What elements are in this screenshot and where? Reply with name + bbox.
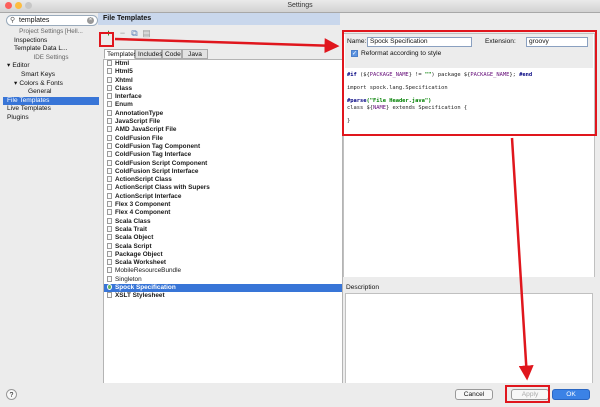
arrow-to-apply (510, 137, 534, 381)
annotation-arrows (114, 37, 534, 381)
arrow-to-editor (114, 37, 340, 54)
